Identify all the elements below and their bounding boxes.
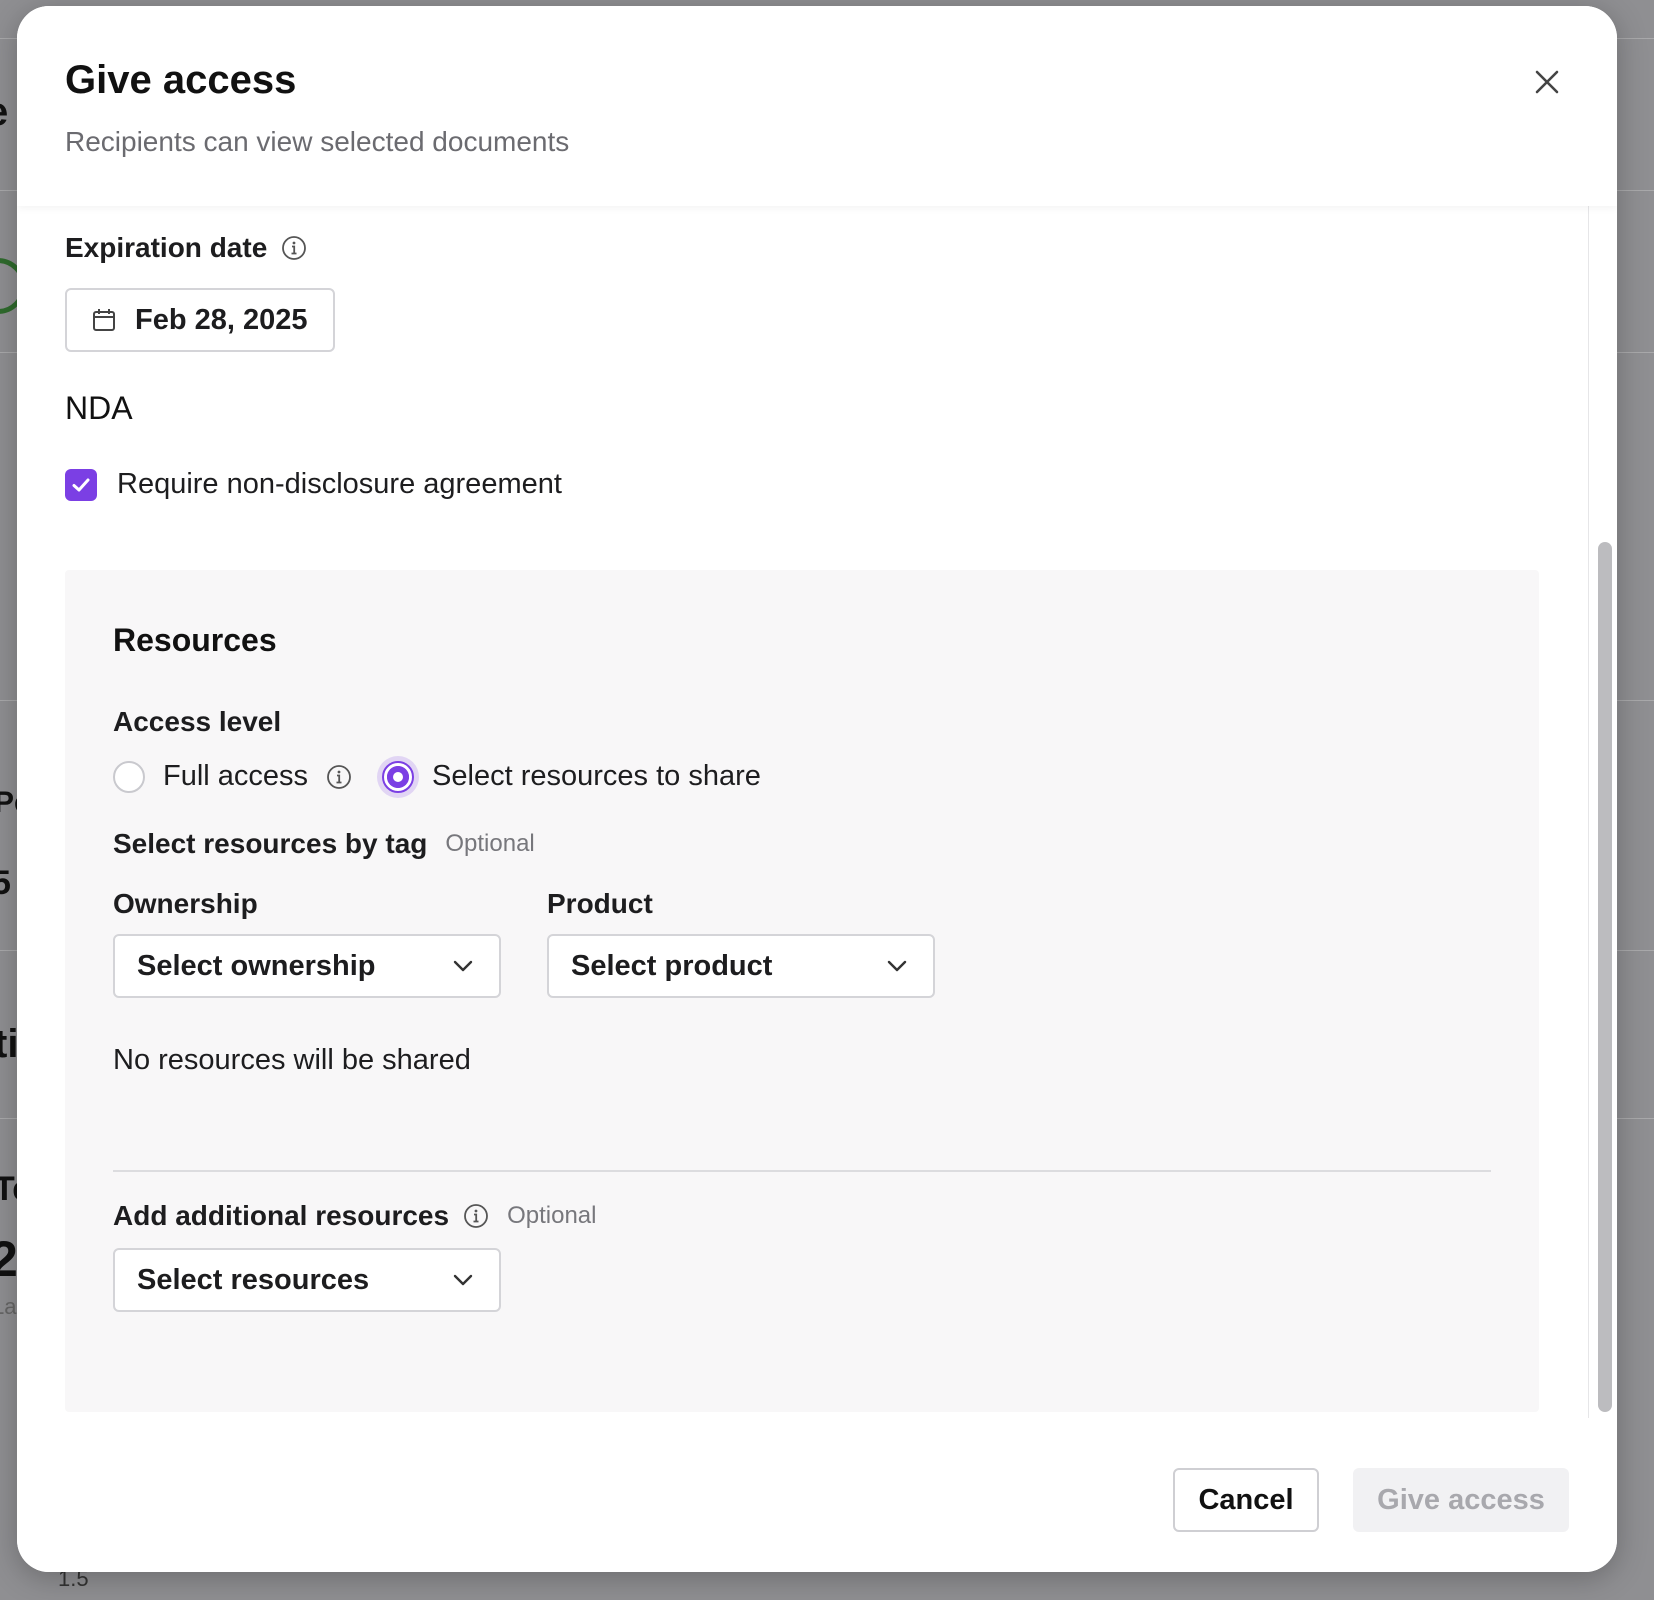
close-button[interactable] [1527, 62, 1567, 102]
expiration-date-label: Expiration date [65, 232, 307, 264]
additional-resources-label: Add additional resources Optional [113, 1200, 596, 1232]
radio-select-resources-control[interactable] [382, 760, 415, 793]
select-by-tag-label: Select resources by tag Optional [113, 828, 535, 860]
additional-resources-label-text: Add additional resources [113, 1200, 450, 1231]
bg-text: e [0, 92, 8, 132]
close-icon [1535, 70, 1559, 94]
radio-full-access-control[interactable] [113, 760, 145, 793]
chevron-down-icon [453, 1274, 473, 1286]
info-icon[interactable] [326, 764, 352, 790]
additional-resources-select[interactable]: Select resources [113, 1248, 501, 1312]
nda-checkbox-row[interactable]: Require non-disclosure agreement [65, 468, 562, 501]
cancel-button[interactable]: Cancel [1173, 1468, 1319, 1532]
bg-text: 2 [0, 1231, 18, 1287]
ownership-select[interactable]: Select ownership [113, 934, 501, 998]
dialog-subtitle: Recipients can view selected documents [65, 126, 570, 157]
radio-full-access-label: Full access [163, 760, 309, 792]
section-divider [113, 1170, 1491, 1172]
access-level-radio-group: Full access Select resources to share [113, 760, 761, 793]
expiration-date-picker[interactable]: Feb 28, 2025 [65, 288, 335, 352]
optional-tag: Optional [507, 1202, 597, 1229]
dialog-body[interactable]: Expiration date Feb 28, 2025 NDA Require… [17, 206, 1589, 1418]
chevron-down-icon [453, 960, 473, 972]
bg-text: La [0, 1294, 17, 1319]
product-select-value: Select product [571, 949, 773, 982]
calendar-icon [93, 309, 115, 331]
ownership-select-value: Select ownership [137, 949, 376, 982]
resources-panel: Resources Access level Full access Selec… [65, 570, 1539, 1412]
expiration-date-label-text: Expiration date [65, 232, 268, 263]
additional-resources-select-value: Select resources [137, 1263, 370, 1296]
resources-title: Resources [113, 622, 277, 658]
checkmark-icon [72, 478, 90, 491]
optional-tag: Optional [445, 830, 535, 857]
info-icon[interactable] [281, 235, 307, 261]
radio-select-resources-label: Select resources to share [432, 760, 761, 792]
give-access-dialog: Give access Recipients can view selected… [17, 6, 1617, 1572]
radio-full-access[interactable]: Full access [113, 760, 352, 793]
nda-heading: NDA [65, 390, 133, 426]
give-access-button[interactable]: Give access [1353, 1468, 1569, 1532]
info-icon[interactable] [463, 1203, 489, 1229]
select-by-tag-label-text: Select resources by tag [113, 828, 428, 859]
scrollbar-thumb[interactable] [1598, 542, 1612, 1412]
no-resources-message: No resources will be shared [113, 1044, 471, 1076]
nda-checkbox-label: Require non-disclosure agreement [117, 468, 562, 500]
ownership-label: Ownership [113, 888, 258, 919]
bg-text: ti [0, 1022, 19, 1066]
dialog-title: Give access [65, 58, 297, 102]
bg-text: 5 [0, 864, 11, 902]
chevron-down-icon [887, 960, 907, 972]
radio-select-resources[interactable]: Select resources to share [382, 760, 761, 793]
dialog-header: Give access Recipients can view selected… [17, 6, 1617, 206]
product-select[interactable]: Select product [547, 934, 935, 998]
expiration-date-value: Feb 28, 2025 [135, 303, 308, 336]
product-label: Product [547, 888, 653, 919]
access-level-label: Access level [113, 706, 282, 737]
dialog-footer: Cancel Give access [17, 1418, 1617, 1572]
nda-checkbox[interactable] [65, 468, 97, 501]
